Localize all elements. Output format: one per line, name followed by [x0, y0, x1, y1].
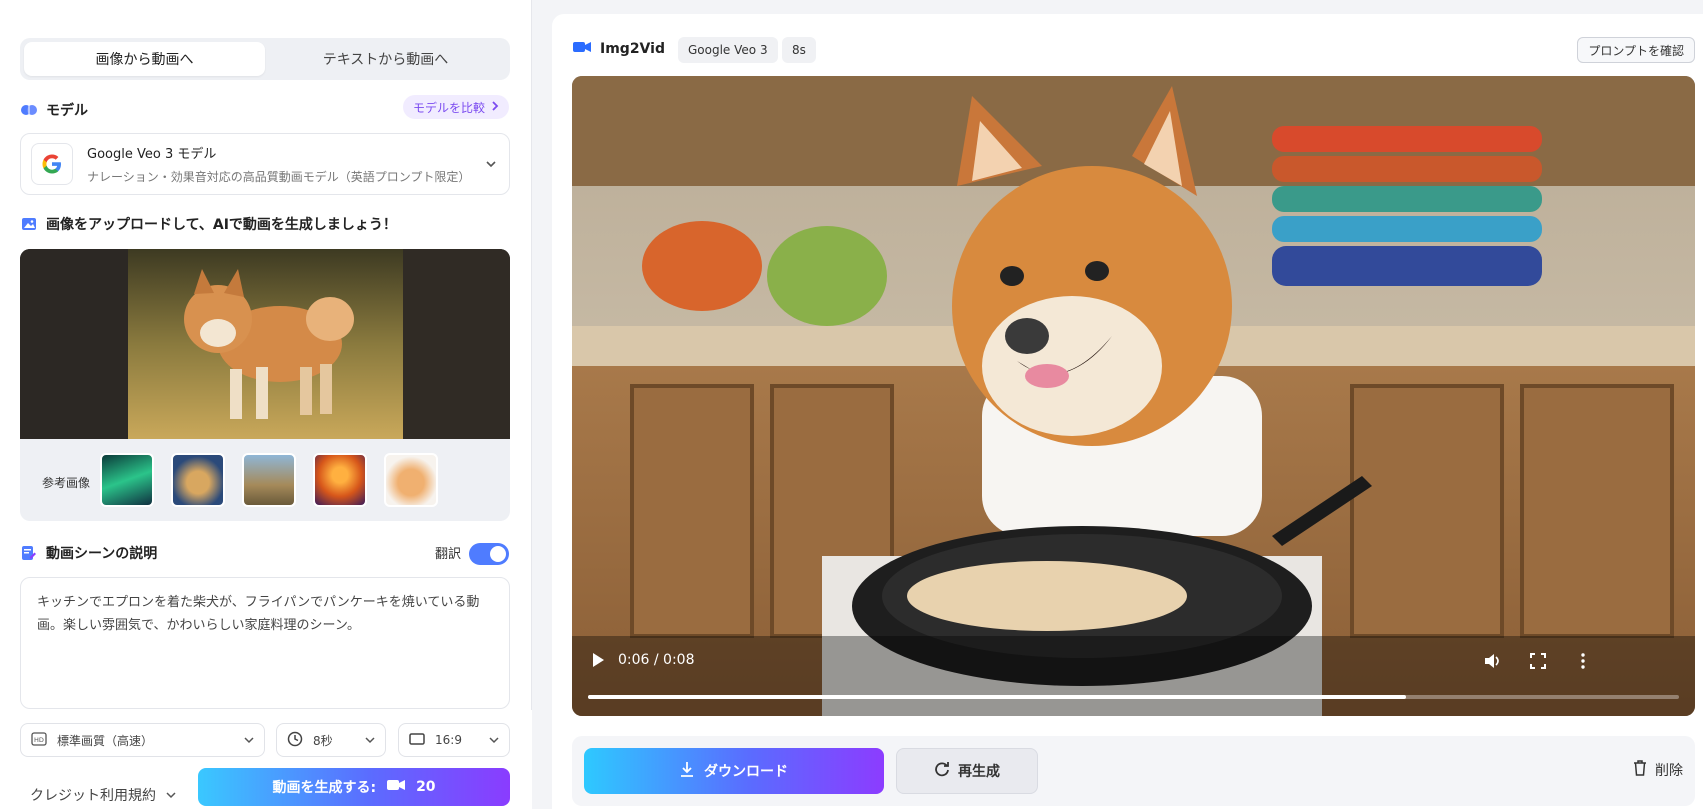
compare-models-button[interactable]: モデルを比較: [402, 95, 509, 119]
edit-note-icon: [20, 544, 38, 562]
play-icon[interactable]: [584, 646, 612, 674]
video-frame: [572, 76, 1695, 716]
generate-label: 動画を生成する:: [272, 780, 377, 796]
delete-label: 削除: [1655, 763, 1683, 779]
fullscreen-icon[interactable]: [1527, 650, 1549, 672]
google-logo-icon: [31, 143, 73, 185]
chevron-down-icon: [483, 156, 499, 172]
generate-video-button[interactable]: 動画を生成する: 20: [198, 768, 510, 806]
model-name: Google Veo 3 モデル: [87, 147, 217, 162]
model-section-title: モデル: [20, 100, 88, 120]
video-camera-icon: [386, 778, 406, 796]
download-icon: [680, 761, 694, 781]
reference-image-cyclist[interactable]: [242, 453, 296, 507]
model-chip: Google Veo 3: [678, 37, 778, 63]
description-title: 動画シーンの説明: [46, 546, 158, 562]
quality-select[interactable]: HD 標準画質（高速）: [20, 723, 265, 757]
reference-image-bear[interactable]: [171, 453, 225, 507]
upload-section-title: 画像をアップロードして、AIで動画を生成しましょう！: [20, 214, 397, 234]
svg-text:HD: HD: [34, 736, 44, 744]
chevron-down-icon: [244, 733, 254, 747]
credit-terms-dropdown[interactable]: クレジット利用規約: [30, 785, 176, 805]
regenerate-button[interactable]: 再生成: [896, 748, 1038, 794]
download-button[interactable]: ダウンロード: [584, 748, 884, 794]
more-options-icon[interactable]: [1572, 650, 1594, 672]
video-camera-icon: [572, 40, 592, 58]
aspect-ratio-select[interactable]: 16:9: [398, 723, 510, 757]
chevron-down-icon: [489, 733, 499, 747]
upload-title: 画像をアップロードして、AIで動画を生成しましょう！: [46, 217, 397, 233]
reference-image-astronaut[interactable]: [313, 453, 367, 507]
progress-fill: [588, 695, 1407, 699]
mode-tabs: 画像から動画へ テキストから動画へ: [20, 38, 510, 80]
left-panel: 画像から動画へ テキストから動画へ モデル モデルを比較 Google Veo …: [0, 0, 532, 809]
image-icon: [20, 215, 38, 233]
download-label: ダウンロード: [704, 764, 788, 780]
options-bar: HD 標準画質（高速） 8秒 16:9 クレジット利用規約 動画を生成する: 2…: [0, 710, 532, 809]
ratio-icon: [409, 732, 425, 748]
chevron-right-icon: [491, 100, 499, 114]
reference-images-label: 参考画像: [42, 476, 91, 490]
duration-value: 8秒: [313, 733, 333, 748]
uploaded-image: [20, 249, 510, 439]
reference-image-cat[interactable]: [384, 453, 438, 507]
image-upload-area[interactable]: 参考画像: [20, 249, 510, 521]
quality-value: 標準画質（高速）: [57, 733, 154, 748]
chevron-down-icon: [365, 733, 375, 747]
delete-button[interactable]: 削除: [1633, 760, 1683, 780]
view-prompt-button[interactable]: プロンプトを確認: [1577, 37, 1695, 63]
generate-cost: 20: [416, 779, 436, 795]
hd-icon: HD: [31, 731, 47, 749]
scene-description-input[interactable]: キッチンでエプロンを着た柴犬が、フライパンでパンケーキを焼いている動画。楽しい雰…: [20, 577, 510, 709]
regenerate-label: 再生成: [958, 764, 1000, 780]
model-description: ナレーション・効果音対応の高品質動画モデル（英語プロンプト限定）: [87, 170, 471, 184]
tab-image-to-video[interactable]: 画像から動画へ: [24, 42, 265, 76]
result-panel: Img2Vid Google Veo 3 8s プロンプトを確認 0:06 / …: [552, 14, 1703, 809]
playback-time: 0:06 / 0:08: [618, 652, 695, 668]
compare-label: モデルを比較: [412, 100, 485, 115]
brand-name: Img2Vid: [600, 41, 665, 57]
trash-icon: [1633, 760, 1647, 780]
translate-label: 翻訳: [434, 547, 461, 562]
video-player[interactable]: 0:06 / 0:08: [572, 76, 1695, 716]
model-title: モデル: [46, 103, 88, 119]
chevron-down-icon: [166, 787, 176, 803]
volume-icon[interactable]: [1482, 650, 1504, 672]
reference-image-aurora[interactable]: [100, 453, 154, 507]
progress-bar[interactable]: [588, 695, 1679, 699]
credit-terms-label: クレジット利用規約: [30, 788, 156, 804]
tab-text-to-video[interactable]: テキストから動画へ: [265, 42, 506, 76]
brand: Img2Vid: [572, 40, 665, 58]
description-section-title: 動画シーンの説明: [20, 543, 157, 563]
model-selector[interactable]: Google Veo 3 モデル ナレーション・効果音対応の高品質動画モデル（英…: [20, 133, 510, 195]
refresh-icon: [934, 761, 950, 781]
clock-icon: [287, 731, 303, 750]
translate-toggle[interactable]: [469, 543, 509, 565]
duration-select[interactable]: 8秒: [276, 723, 386, 757]
brain-icon: [20, 101, 38, 119]
action-bar: ダウンロード 再生成 削除: [572, 736, 1695, 806]
duration-chip: 8s: [782, 37, 816, 63]
ratio-value: 16:9: [435, 733, 462, 747]
